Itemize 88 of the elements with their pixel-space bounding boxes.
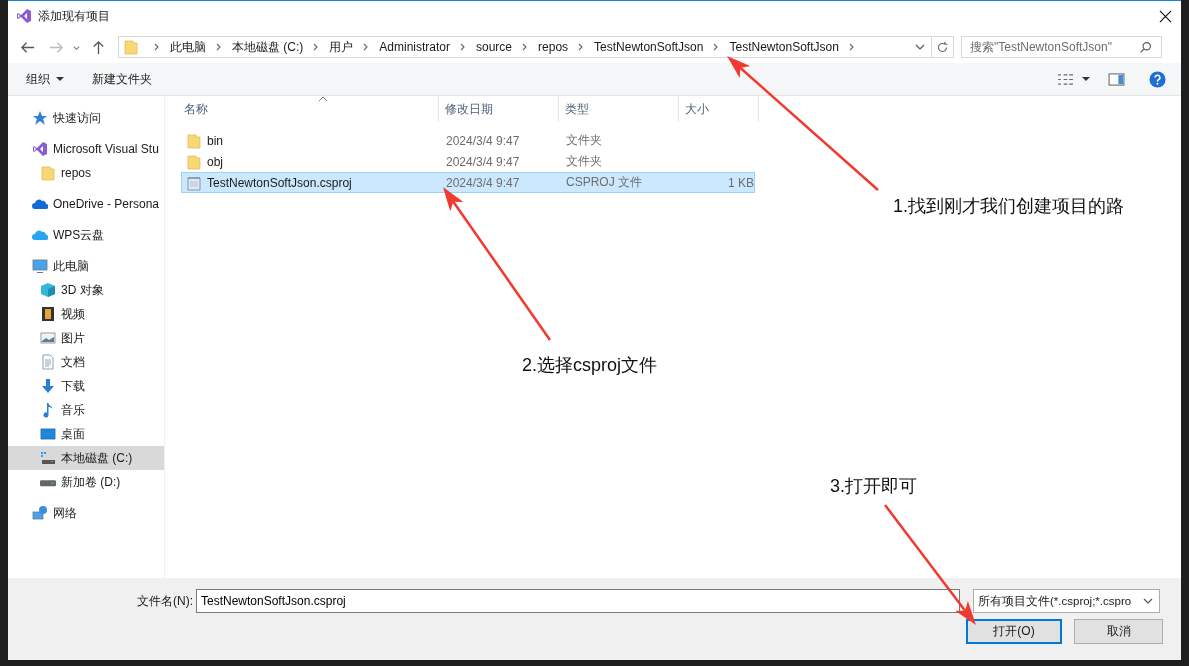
breadcrumb-item[interactable]: source [476,40,513,54]
film-icon [40,306,56,322]
sidebar-item[interactable]: 文档 [8,350,164,374]
sidebar-item[interactable]: 下载 [8,374,164,398]
column-header[interactable]: 类型 [559,96,679,122]
address-bar[interactable]: 此电脑 本地磁盘 (C:) 用户 Administrator source repos TestNewtonSoftJson TestNewtonSoftJson [118,36,932,58]
refresh-icon [936,40,949,54]
sidebar-item[interactable]: 本地磁盘 (C:) [8,446,164,470]
window-title: 添加现有项目 [38,7,110,25]
breadcrumb-item[interactable]: TestNewtonSoftJson [729,40,839,54]
close-icon[interactable] [1159,9,1172,23]
sidebar-item[interactable]: 3D 对象 [8,278,164,302]
infinity-icon [32,141,48,157]
file-name-field[interactable]: TestNewtonSoftJson.csproj [196,589,960,613]
chevron-down-icon [1143,596,1153,606]
preview-pane-icon[interactable] [1108,72,1125,86]
cube-icon [40,282,56,298]
folder-icon [40,165,56,181]
sidebar-item[interactable]: Microsoft Visual Stu [8,137,164,161]
notepad-icon [186,174,202,191]
annotation-text: 1.找到刚才我们创建项目的路 [893,195,1124,218]
toolbar-button[interactable]: 组织 [18,66,72,92]
column-header[interactable]: 名称 [181,96,439,122]
breadcrumb-item[interactable]: 本地磁盘 (C:) [232,38,304,56]
table-cell-text: 文件夹 [565,132,603,149]
table-cell-text: 2024/3/4 9:47 [445,133,521,148]
column-header[interactable]: 修改日期 [439,96,559,122]
column-header[interactable]: 大小 [679,96,759,122]
toolbar-button[interactable]: 新建文件夹 [84,66,160,92]
table-cell-text: CSPROJ 文件 [565,174,643,191]
folder-icon [186,132,202,149]
sidebar-item[interactable]: 视频 [8,302,164,326]
star-icon [32,110,48,126]
image-icon [40,330,56,346]
search-icon [1139,40,1152,54]
annotation-text: 2.选择csproj文件 [522,354,658,377]
table-cell-text: 2024/3/4 9:47 [445,154,521,169]
chevron-right-icon[interactable] [215,43,223,51]
refresh-button[interactable] [932,36,954,58]
help-icon[interactable] [1149,70,1166,88]
drive-icon [40,450,56,466]
monitor-icon [32,258,48,274]
sidebar-item[interactable]: 此电脑 [8,254,164,278]
breadcrumb-item[interactable]: Administrator [379,40,450,54]
document-icon [40,354,56,370]
annotation-text: 3.打开即可 [830,475,917,498]
breadcrumb-item[interactable]: TestNewtonSoftJson [594,40,704,54]
dialog-button[interactable]: 取消 [1074,619,1163,644]
breadcrumb-item[interactable]: repos [538,40,569,54]
chevron-right-icon[interactable] [459,43,467,51]
file-name: bin [207,133,223,148]
down-arrow-icon [40,378,56,394]
view-list-icon[interactable] [1057,72,1074,86]
chevron-right-icon[interactable] [847,43,856,51]
desktop-icon [40,426,56,442]
sidebar-item[interactable]: 桌面 [8,422,164,446]
sidebar-item[interactable]: 音乐 [8,398,164,422]
search-field[interactable]: 搜索"TestNewtonSoftJson" [961,36,1162,58]
caret-down-icon [56,77,64,81]
file-row[interactable]: bin 2024/3/4 9:47 文件夹 [181,130,755,151]
breadcrumb-item[interactable]: 此电脑 [170,38,206,56]
chevron-down-icon[interactable] [915,42,925,52]
caret-down-icon[interactable] [1082,75,1090,83]
file-row[interactable]: obj 2024/3/4 9:47 文件夹 [181,151,755,172]
sidebar-item[interactable]: 网络 [8,501,164,525]
up-arrow-icon[interactable] [91,39,106,55]
infinity-icon [16,8,32,24]
sidebar-item[interactable]: 图片 [8,326,164,350]
sidebar-item[interactable]: OneDrive - Persona [8,192,164,216]
file-name: TestNewtonSoftJson.csproj [207,175,352,190]
folder-icon [123,39,139,55]
sidebar-item[interactable]: 新加卷 (D:) [8,470,164,494]
network-icon [32,505,48,521]
dialog-button[interactable]: 打开(O) [966,619,1062,644]
folder-icon [186,153,202,170]
sidebar-item[interactable]: repos [8,161,164,185]
file-name-label: 文件名(N): [136,592,194,610]
file-name: obj [207,154,223,169]
table-cell-text: 1 KB [727,175,754,190]
file-row[interactable]: TestNewtonSoftJson.csproj 2024/3/4 9:47 CSPROJ 文件 1 KB [181,172,755,193]
chevron-right-icon[interactable] [153,43,161,51]
table-cell-text: 2024/3/4 9:47 [445,175,521,190]
sidebar-item[interactable]: WPS云盘 [8,223,164,247]
table-cell-text: 文件夹 [565,153,603,170]
sidebar-item[interactable]: 快速访问 [8,106,164,130]
breadcrumb-item[interactable]: 用户 [329,38,354,56]
file-type-dropdown[interactable]: 所有项目文件(*.csproj;*.cspro [973,589,1160,613]
sort-caret-icon [318,96,328,102]
